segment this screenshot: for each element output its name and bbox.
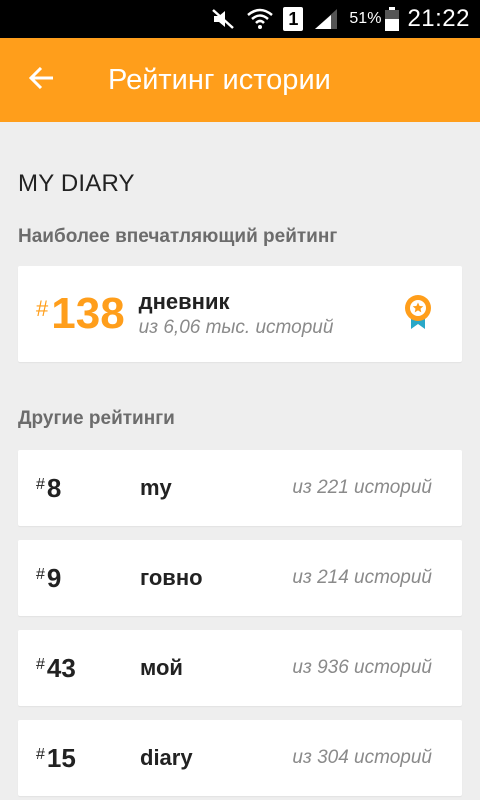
rank-number: 138 bbox=[51, 289, 125, 338]
row-rank: # 15 bbox=[36, 745, 140, 771]
medal-icon bbox=[404, 294, 432, 335]
tag-name: говно bbox=[140, 565, 203, 590]
other-ratings-label: Другие рейтинги bbox=[18, 408, 175, 429]
rank-number: 9 bbox=[46, 563, 62, 593]
story-count: из 304 историй bbox=[292, 747, 432, 768]
rank-hash: # bbox=[36, 566, 45, 583]
wifi-icon bbox=[247, 8, 274, 30]
row-rank: # 43 bbox=[36, 655, 140, 681]
story-count: из 936 историй bbox=[292, 657, 432, 678]
tag-name: мой bbox=[140, 655, 183, 680]
other-ratings-list: # 8 my из 221 историй # 9 говно из 214 и… bbox=[18, 450, 462, 796]
status-bar: 1 51% 21:22 bbox=[0, 0, 480, 38]
rank-hash: # bbox=[36, 476, 45, 493]
tag-name: дневник bbox=[138, 289, 230, 314]
page-title: Рейтинг истории bbox=[108, 63, 331, 96]
story-count: из 214 историй bbox=[292, 567, 432, 588]
row-rank: # 9 bbox=[36, 565, 140, 591]
rank-hash: # bbox=[36, 656, 45, 673]
battery-percent: 51% bbox=[349, 10, 382, 27]
tag-name: diary bbox=[140, 745, 193, 770]
clock: 21:22 bbox=[407, 5, 470, 32]
app-bar: Рейтинг истории bbox=[0, 38, 480, 122]
rank-number: 15 bbox=[46, 743, 76, 773]
rating-row[interactable]: # 8 my из 221 историй bbox=[18, 450, 462, 526]
top-rating-info: дневник из 6,06 тыс. историй bbox=[139, 289, 334, 339]
sim-label: 1 bbox=[283, 7, 304, 31]
arrow-left-icon bbox=[28, 66, 55, 94]
row-rank: # 8 bbox=[36, 475, 140, 501]
sim-icon: 1 bbox=[283, 7, 304, 31]
mute-icon bbox=[211, 8, 237, 30]
story-count: из 221 историй bbox=[292, 477, 432, 498]
rank-hash: # bbox=[36, 296, 49, 321]
rank-number: 8 bbox=[46, 473, 62, 503]
content: MY DIARY Наиболее впечатляющий рейтинг #… bbox=[18, 122, 462, 800]
rating-row[interactable]: # 9 говно из 214 историй bbox=[18, 540, 462, 616]
rank-hash: # bbox=[36, 746, 45, 763]
story-count: из 6,06 тыс. историй bbox=[138, 317, 334, 338]
rating-row[interactable]: # 15 diary из 304 историй bbox=[18, 720, 462, 796]
rank-number: 43 bbox=[46, 653, 76, 683]
back-button[interactable] bbox=[0, 38, 84, 122]
top-rating-card[interactable]: # 138 дневник из 6,06 тыс. историй bbox=[18, 266, 462, 362]
top-rating-label: Наиболее впечатляющий рейтинг bbox=[18, 226, 338, 247]
tag-name: my bbox=[140, 475, 172, 500]
rating-row[interactable]: # 43 мой из 936 историй bbox=[18, 630, 462, 706]
battery-icon bbox=[385, 7, 400, 31]
diary-title: MY DIARY bbox=[18, 170, 135, 197]
top-rank: # 138 bbox=[36, 292, 125, 336]
signal-icon bbox=[313, 8, 339, 30]
